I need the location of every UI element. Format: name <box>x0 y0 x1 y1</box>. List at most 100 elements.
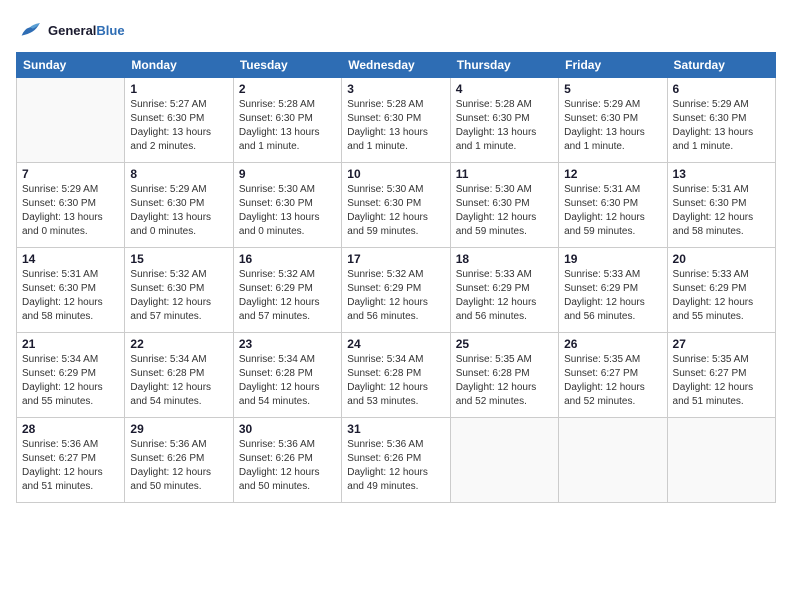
calendar-header-row: SundayMondayTuesdayWednesdayThursdayFrid… <box>17 53 776 78</box>
week-row-1: 1 Sunrise: 5:27 AM Sunset: 6:30 PM Daylig… <box>17 78 776 163</box>
day-number: 30 <box>239 422 336 436</box>
day-info: Sunrise: 5:30 AM Sunset: 6:30 PM Dayligh… <box>347 183 444 239</box>
day-number: 27 <box>673 337 770 351</box>
day-info: Sunrise: 5:34 AM Sunset: 6:28 PM Dayligh… <box>239 353 336 409</box>
calendar-cell: 30 Sunrise: 5:36 AM Sunset: 6:26 PM Dayli… <box>233 418 341 503</box>
calendar-cell: 28 Sunrise: 5:36 AM Sunset: 6:27 PM Dayli… <box>17 418 125 503</box>
calendar-cell: 5 Sunrise: 5:29 AM Sunset: 6:30 PM Daylig… <box>559 78 667 163</box>
day-info: Sunrise: 5:31 AM Sunset: 6:30 PM Dayligh… <box>22 268 119 324</box>
day-number: 19 <box>564 252 661 266</box>
day-info: Sunrise: 5:27 AM Sunset: 6:30 PM Dayligh… <box>130 98 227 154</box>
calendar-cell: 4 Sunrise: 5:28 AM Sunset: 6:30 PM Daylig… <box>450 78 558 163</box>
calendar-cell: 15 Sunrise: 5:32 AM Sunset: 6:30 PM Dayli… <box>125 248 233 333</box>
day-info: Sunrise: 5:34 AM Sunset: 6:29 PM Dayligh… <box>22 353 119 409</box>
day-number: 26 <box>564 337 661 351</box>
day-info: Sunrise: 5:36 AM Sunset: 6:26 PM Dayligh… <box>347 438 444 494</box>
calendar-cell: 11 Sunrise: 5:30 AM Sunset: 6:30 PM Dayli… <box>450 163 558 248</box>
calendar-cell: 25 Sunrise: 5:35 AM Sunset: 6:28 PM Dayli… <box>450 333 558 418</box>
day-number: 11 <box>456 167 553 181</box>
day-number: 28 <box>22 422 119 436</box>
day-number: 24 <box>347 337 444 351</box>
day-number: 23 <box>239 337 336 351</box>
calendar-cell <box>17 78 125 163</box>
column-header-tuesday: Tuesday <box>233 53 341 78</box>
calendar-cell: 10 Sunrise: 5:30 AM Sunset: 6:30 PM Dayli… <box>342 163 450 248</box>
day-number: 17 <box>347 252 444 266</box>
calendar-cell: 26 Sunrise: 5:35 AM Sunset: 6:27 PM Dayli… <box>559 333 667 418</box>
week-row-2: 7 Sunrise: 5:29 AM Sunset: 6:30 PM Daylig… <box>17 163 776 248</box>
day-number: 25 <box>456 337 553 351</box>
day-info: Sunrise: 5:35 AM Sunset: 6:27 PM Dayligh… <box>673 353 770 409</box>
calendar-cell: 13Sunrise: 5:31 AM Sunset: 6:30 PM Dayli… <box>667 163 775 248</box>
day-number: 3 <box>347 82 444 96</box>
calendar-cell: 16Sunrise: 5:32 AM Sunset: 6:29 PM Dayli… <box>233 248 341 333</box>
calendar-cell: 17 Sunrise: 5:32 AM Sunset: 6:29 PM Dayli… <box>342 248 450 333</box>
week-row-4: 21 Sunrise: 5:34 AM Sunset: 6:29 PM Dayli… <box>17 333 776 418</box>
column-header-saturday: Saturday <box>667 53 775 78</box>
day-info: Sunrise: 5:34 AM Sunset: 6:28 PM Dayligh… <box>130 353 227 409</box>
day-number: 10 <box>347 167 444 181</box>
day-info: Sunrise: 5:36 AM Sunset: 6:26 PM Dayligh… <box>239 438 336 494</box>
day-info: Sunrise: 5:28 AM Sunset: 6:30 PM Dayligh… <box>456 98 553 154</box>
day-info: Sunrise: 5:29 AM Sunset: 6:30 PM Dayligh… <box>130 183 227 239</box>
logo-text: GeneralBlue <box>48 23 125 38</box>
calendar-cell: 9Sunrise: 5:30 AM Sunset: 6:30 PM Daylig… <box>233 163 341 248</box>
day-info: Sunrise: 5:28 AM Sunset: 6:30 PM Dayligh… <box>239 98 336 154</box>
logo-icon <box>16 16 44 44</box>
calendar-cell <box>559 418 667 503</box>
calendar-cell: 3 Sunrise: 5:28 AM Sunset: 6:30 PM Daylig… <box>342 78 450 163</box>
day-info: Sunrise: 5:35 AM Sunset: 6:28 PM Dayligh… <box>456 353 553 409</box>
day-number: 13 <box>673 167 770 181</box>
day-number: 31 <box>347 422 444 436</box>
logo: GeneralBlue <box>16 16 125 44</box>
day-number: 21 <box>22 337 119 351</box>
calendar-cell: 7Sunrise: 5:29 AM Sunset: 6:30 PM Daylig… <box>17 163 125 248</box>
day-info: Sunrise: 5:29 AM Sunset: 6:30 PM Dayligh… <box>673 98 770 154</box>
calendar-cell: 6 Sunrise: 5:29 AM Sunset: 6:30 PM Daylig… <box>667 78 775 163</box>
day-info: Sunrise: 5:32 AM Sunset: 6:29 PM Dayligh… <box>347 268 444 324</box>
day-number: 5 <box>564 82 661 96</box>
column-header-wednesday: Wednesday <box>342 53 450 78</box>
day-number: 22 <box>130 337 227 351</box>
day-info: Sunrise: 5:33 AM Sunset: 6:29 PM Dayligh… <box>673 268 770 324</box>
day-number: 1 <box>130 82 227 96</box>
calendar-cell: 23 Sunrise: 5:34 AM Sunset: 6:28 PM Dayli… <box>233 333 341 418</box>
day-number: 18 <box>456 252 553 266</box>
day-number: 6 <box>673 82 770 96</box>
calendar-cell: 19 Sunrise: 5:33 AM Sunset: 6:29 PM Dayli… <box>559 248 667 333</box>
day-info: Sunrise: 5:28 AM Sunset: 6:30 PM Dayligh… <box>347 98 444 154</box>
calendar-table: SundayMondayTuesdayWednesdayThursdayFrid… <box>16 52 776 503</box>
calendar-cell: 20 Sunrise: 5:33 AM Sunset: 6:29 PM Dayli… <box>667 248 775 333</box>
day-info: Sunrise: 5:32 AM Sunset: 6:30 PM Dayligh… <box>130 268 227 324</box>
column-header-sunday: Sunday <box>17 53 125 78</box>
day-number: 20 <box>673 252 770 266</box>
calendar-cell: 18 Sunrise: 5:33 AM Sunset: 6:29 PM Dayli… <box>450 248 558 333</box>
day-info: Sunrise: 5:33 AM Sunset: 6:29 PM Dayligh… <box>564 268 661 324</box>
calendar-cell: 24 Sunrise: 5:34 AM Sunset: 6:28 PM Dayli… <box>342 333 450 418</box>
header: GeneralBlue <box>16 16 776 44</box>
calendar-cell <box>667 418 775 503</box>
calendar-cell: 2 Sunrise: 5:28 AM Sunset: 6:30 PM Daylig… <box>233 78 341 163</box>
calendar-cell <box>450 418 558 503</box>
day-info: Sunrise: 5:30 AM Sunset: 6:30 PM Dayligh… <box>456 183 553 239</box>
calendar-body: 1 Sunrise: 5:27 AM Sunset: 6:30 PM Daylig… <box>17 78 776 503</box>
calendar-cell: 22 Sunrise: 5:34 AM Sunset: 6:28 PM Dayli… <box>125 333 233 418</box>
day-info: Sunrise: 5:31 AM Sunset: 6:30 PM Dayligh… <box>564 183 661 239</box>
day-info: Sunrise: 5:32 AM Sunset: 6:29 PM Dayligh… <box>239 268 336 324</box>
day-number: 14 <box>22 252 119 266</box>
day-number: 4 <box>456 82 553 96</box>
column-header-monday: Monday <box>125 53 233 78</box>
day-info: Sunrise: 5:33 AM Sunset: 6:29 PM Dayligh… <box>456 268 553 324</box>
week-row-5: 28 Sunrise: 5:36 AM Sunset: 6:27 PM Dayli… <box>17 418 776 503</box>
calendar-cell: 8Sunrise: 5:29 AM Sunset: 6:30 PM Daylig… <box>125 163 233 248</box>
day-number: 7 <box>22 167 119 181</box>
day-info: Sunrise: 5:29 AM Sunset: 6:30 PM Dayligh… <box>564 98 661 154</box>
day-info: Sunrise: 5:36 AM Sunset: 6:27 PM Dayligh… <box>22 438 119 494</box>
day-number: 2 <box>239 82 336 96</box>
calendar-cell: 29Sunrise: 5:36 AM Sunset: 6:26 PM Dayli… <box>125 418 233 503</box>
day-number: 29 <box>130 422 227 436</box>
day-number: 15 <box>130 252 227 266</box>
column-header-friday: Friday <box>559 53 667 78</box>
day-info: Sunrise: 5:35 AM Sunset: 6:27 PM Dayligh… <box>564 353 661 409</box>
day-info: Sunrise: 5:34 AM Sunset: 6:28 PM Dayligh… <box>347 353 444 409</box>
